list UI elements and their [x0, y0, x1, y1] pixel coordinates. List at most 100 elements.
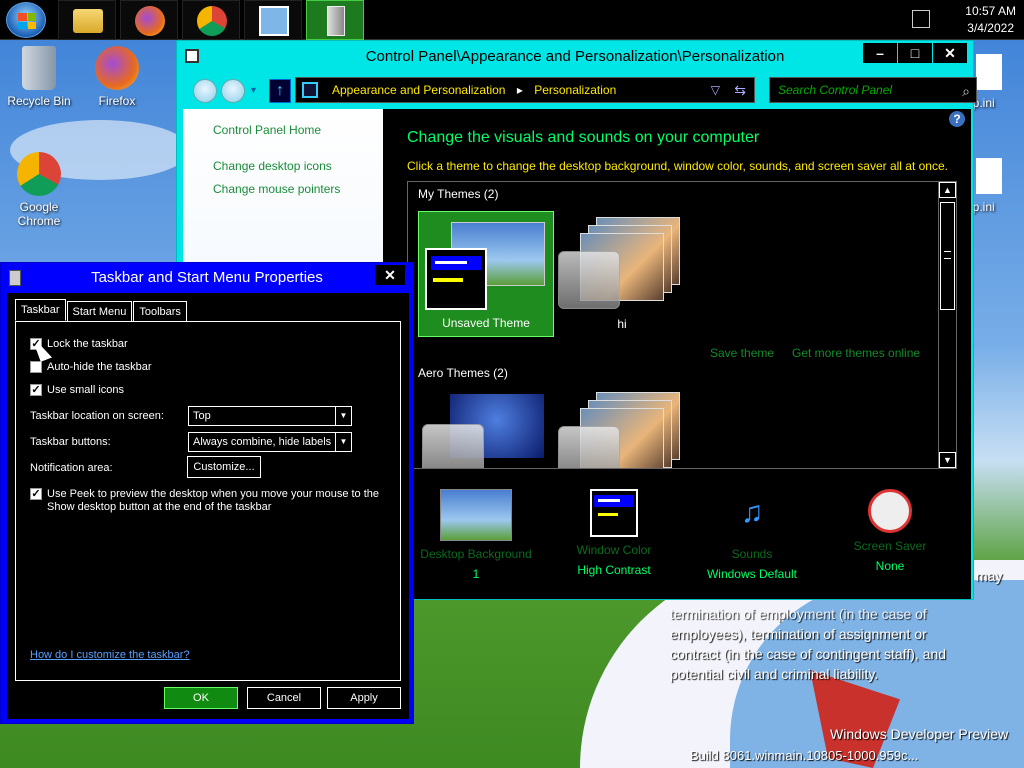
- wallpaper-text-1: termination of employment (in the case o…: [670, 606, 927, 622]
- checkbox-checked-icon: ✓: [30, 384, 42, 396]
- theme-aero-1[interactable]: [418, 388, 554, 468]
- link-change-mouse-pointers[interactable]: Change mouse pointers: [213, 182, 340, 196]
- search-placeholder: Search Control Panel: [778, 83, 893, 97]
- checkbox-checked-icon: ✓: [30, 488, 42, 500]
- taskbar-file-explorer[interactable]: [58, 0, 116, 40]
- wallpaper-text-6: Build 8061.winmain.10805-1000.959c...: [690, 748, 919, 763]
- dialog-title-bar[interactable]: Taskbar and Start Menu Properties: [1, 263, 413, 293]
- auto-hide-label: Auto-hide the taskbar: [47, 361, 152, 373]
- theme-hi[interactable]: hi: [554, 211, 690, 337]
- dialog-body: Taskbar Start Menu Toolbars ✓ Lock the t…: [7, 293, 409, 719]
- back-button[interactable]: [193, 79, 217, 103]
- theme-aero-2[interactable]: [554, 388, 690, 468]
- desktop-background-label: Desktop Background: [420, 547, 532, 561]
- scroll-down-icon[interactable]: ▼: [939, 452, 956, 468]
- address-bar[interactable]: Appearance and Personalization ▸ Persona…: [295, 77, 755, 103]
- scroll-up-icon[interactable]: ▲: [939, 182, 956, 198]
- window-color-icon: [590, 489, 638, 537]
- breadcrumb-personalization[interactable]: Personalization: [534, 83, 616, 97]
- close-button[interactable]: ✕: [933, 43, 967, 63]
- taskbar-properties-icon: [9, 270, 21, 286]
- customize-button[interactable]: Customize...: [187, 456, 261, 478]
- taskbar-chrome[interactable]: [182, 0, 240, 40]
- ok-button[interactable]: OK: [164, 687, 238, 709]
- clock-time: 10:57 AM: [965, 4, 1016, 18]
- close-button[interactable]: ✕: [375, 265, 405, 285]
- server-icon: [327, 6, 345, 36]
- address-dropdown-icon[interactable]: ▽: [711, 78, 720, 102]
- theme-label: hi: [617, 317, 627, 331]
- chrome-icon: [17, 152, 61, 196]
- desktop-background-item[interactable]: Desktop Background 1: [407, 483, 545, 581]
- peek-checkbox[interactable]: ✓ Use Peek to preview the desktop when y…: [30, 488, 386, 514]
- taskbar-control-panel[interactable]: [244, 0, 302, 40]
- auto-hide-checkbox[interactable]: Auto-hide the taskbar: [30, 361, 152, 373]
- desktop-icon-recycle-bin[interactable]: Recycle Bin: [0, 46, 78, 108]
- lock-taskbar-label: Lock the taskbar: [47, 338, 128, 350]
- tab-taskbar[interactable]: Taskbar: [15, 299, 66, 321]
- cancel-button[interactable]: Cancel: [247, 687, 321, 709]
- screen-saver-label: Screen Saver: [853, 539, 927, 553]
- aero-themes-heading: Aero Themes (2): [418, 366, 508, 380]
- page-subheading: Click a theme to change the desktop back…: [407, 159, 948, 173]
- maximize-button[interactable]: □: [898, 43, 932, 63]
- window-color-label: Window Color: [576, 543, 652, 557]
- forward-button[interactable]: [221, 79, 245, 103]
- tab-toolbars[interactable]: Toolbars: [133, 301, 187, 321]
- start-button[interactable]: [6, 2, 46, 38]
- clock[interactable]: 10:57 AM 3/4/2022: [965, 3, 1016, 37]
- clock-date: 3/4/2022: [967, 21, 1014, 35]
- link-control-panel-home[interactable]: Control Panel Home: [213, 123, 321, 137]
- notification-tray: 10:57 AM 3/4/2022: [904, 0, 1024, 40]
- window-title-bar[interactable]: Control Panel\Appearance and Personaliza…: [177, 41, 973, 73]
- link-change-desktop-icons[interactable]: Change desktop icons: [213, 159, 332, 173]
- file-icon: [976, 54, 1002, 90]
- high-contrast-swatch-icon: [425, 248, 487, 310]
- taskbar-location-select[interactable]: Top ▼: [188, 406, 352, 426]
- theme-list: My Themes (2) Unsaved Theme hi Save them…: [407, 181, 957, 469]
- window-controls: – □ ✕: [862, 43, 967, 63]
- scroll-thumb[interactable]: [940, 202, 955, 310]
- taskbar-firefox[interactable]: [120, 0, 178, 40]
- glass-swatch-icon: [558, 251, 620, 309]
- help-icon[interactable]: ?: [949, 111, 965, 127]
- small-icons-checkbox[interactable]: ✓ Use small icons: [30, 384, 124, 396]
- search-icon[interactable]: ⌕: [962, 79, 970, 103]
- window-color-value: High Contrast: [577, 563, 651, 577]
- desktop-icon-chrome[interactable]: Google Chrome: [0, 152, 78, 228]
- minimize-button[interactable]: –: [863, 43, 897, 63]
- search-input[interactable]: Search Control Panel ⌕: [769, 77, 977, 103]
- theme-label: Unsaved Theme: [442, 316, 530, 330]
- up-button[interactable]: ↑: [269, 79, 291, 103]
- taskbar-buttons-select[interactable]: Always combine, hide labels ▼: [188, 432, 352, 452]
- help-link[interactable]: How do I customize the taskbar?: [30, 649, 190, 661]
- breadcrumb-appearance[interactable]: Appearance and Personalization: [332, 83, 505, 97]
- screen-saver-item[interactable]: Screen Saver None: [821, 483, 959, 573]
- get-more-themes-link[interactable]: Get more themes online: [792, 346, 920, 360]
- desktop-icon-label: op.ini: [966, 200, 995, 214]
- refresh-icon[interactable]: ⇆: [734, 78, 746, 102]
- checkbox-unchecked-icon: [30, 361, 42, 373]
- control-panel-icon: [185, 49, 199, 63]
- firefox-icon: [95, 46, 139, 90]
- music-keyboard-icon: ♫: [740, 496, 764, 529]
- apply-button[interactable]: Apply: [327, 687, 401, 709]
- desktop-icon-firefox[interactable]: Firefox: [78, 46, 156, 108]
- network-icon[interactable]: [912, 10, 930, 28]
- taskbar-server-manager[interactable]: [306, 0, 364, 40]
- folder-icon: [73, 9, 103, 33]
- history-dropdown-icon[interactable]: ▼: [249, 85, 258, 95]
- my-themes-heading: My Themes (2): [418, 187, 499, 201]
- desktop-icon-ini-2[interactable]: op.ini: [966, 158, 1024, 214]
- theme-list-scrollbar[interactable]: ▲ ▼: [938, 182, 956, 468]
- theme-unsaved[interactable]: Unsaved Theme: [418, 211, 554, 337]
- taskbar-tab-panel: ✓ Lock the taskbar Auto-hide the taskbar…: [15, 321, 401, 681]
- control-panel-icon: [259, 6, 289, 36]
- save-theme-link[interactable]: Save theme: [710, 346, 774, 360]
- tab-start-menu[interactable]: Start Menu: [66, 301, 133, 321]
- window-color-item[interactable]: Window Color High Contrast: [545, 483, 683, 577]
- location-label: Taskbar location on screen:: [30, 410, 164, 422]
- dropdown-arrow-icon: ▼: [335, 407, 351, 425]
- sounds-item[interactable]: ♫ Sounds Windows Default: [683, 483, 821, 581]
- wallpaper-text-0: may: [976, 568, 1003, 584]
